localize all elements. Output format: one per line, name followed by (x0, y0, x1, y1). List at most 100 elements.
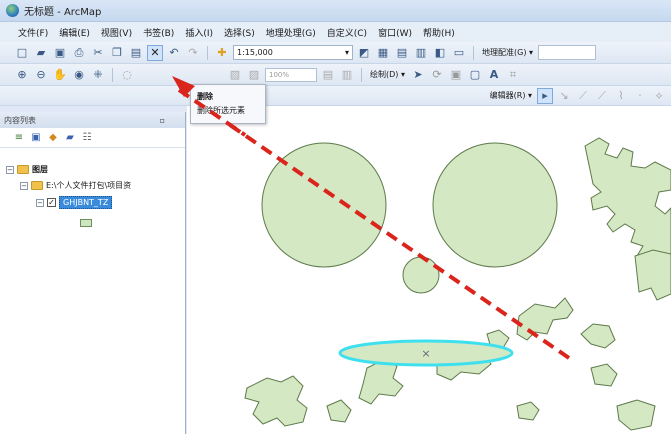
toc-options-icon[interactable]: ☷ (80, 131, 94, 145)
separator (207, 45, 208, 60)
menu-selection[interactable]: 选择(S) (224, 26, 255, 39)
redo-icon[interactable]: ↷ (185, 45, 201, 61)
edit-vertices-icon[interactable]: ⟡ (651, 88, 667, 104)
tooltip-description: 删除所选元素 (197, 106, 245, 115)
title-bar: 无标题 - ArcMap (0, 0, 671, 22)
menu-help[interactable]: 帮助(H) (423, 26, 455, 39)
parcel-polygon[interactable] (244, 375, 308, 427)
layout-page-icon[interactable]: ▤ (320, 67, 336, 83)
open-icon[interactable]: ▰ (33, 45, 49, 61)
parcel-polygon[interactable] (634, 249, 671, 301)
georeferencing-layer-input[interactable] (538, 45, 596, 60)
endpoint-arc-icon[interactable]: ⟋ (594, 88, 610, 104)
georeferencing-menu[interactable]: 地理配准(G) ▾ (480, 47, 535, 58)
parcel-polygon[interactable] (616, 399, 656, 431)
rotate-icon[interactable]: ⟳ (429, 67, 445, 83)
straight-segment-icon[interactable]: ⟋ (575, 88, 591, 104)
point-icon[interactable]: · (632, 88, 648, 104)
tooltip-title: 删除 (197, 92, 213, 101)
layers-label: 图层 (32, 165, 48, 174)
zoom-percent-box[interactable]: 100% (265, 67, 317, 82)
print-icon[interactable]: ⎙ (71, 45, 87, 61)
menu-insert[interactable]: 插入(I) (185, 26, 213, 39)
tools-toolbar: ⊕ ⊖ ✋ ◉ ⁜ ◌ ▧ ▨ 100% ▤ ▥ 绘制(D) ▾ ➤ ⟳ ▣ ▢… (0, 64, 671, 86)
circle-polygon[interactable] (402, 256, 440, 294)
parcel-polygon[interactable] (516, 401, 540, 421)
menu-customize[interactable]: 自定义(C) (327, 26, 367, 39)
zoom-in-icon[interactable]: ⊕ (14, 67, 30, 83)
circle-polygon[interactable] (432, 142, 558, 268)
folder-path-label: E:\个人文件打包\项目资 (46, 181, 132, 190)
copy-icon[interactable]: ❐ (109, 45, 125, 61)
cut-icon[interactable]: ✂ (90, 45, 106, 61)
full-extent-icon[interactable]: ◉ (71, 67, 87, 83)
scale-combobox[interactable]: 1:15,000 ▾ (233, 45, 353, 60)
save-icon[interactable]: ▣ (52, 45, 68, 61)
window-title: 无标题 - ArcMap (24, 7, 102, 18)
delete-icon[interactable]: ✕ (147, 44, 163, 61)
edit-tool-icon[interactable]: ▸ (537, 87, 553, 104)
collapse-icon[interactable]: − (36, 198, 44, 207)
catalog-icon[interactable]: ▤ (394, 45, 410, 61)
arctoolbox-icon[interactable]: ◧ (432, 45, 448, 61)
map-canvas[interactable]: × (187, 106, 671, 434)
editor-menu[interactable]: 编辑器(R) ▾ (488, 90, 534, 101)
parcel-polygon[interactable] (590, 363, 618, 387)
zoom-out-icon[interactable]: ⊖ (33, 67, 49, 83)
list-by-selection-icon[interactable]: ▰ (63, 131, 77, 145)
standard-toolbar: □ ▰ ▣ ⎙ ✂ ❐ ▤ ✕ ↶ ↷ ✚ 1:15,000 ▾ ◩ ▦ ▤ ▥ … (0, 42, 671, 64)
menu-geoprocessing[interactable]: 地理处理(G) (266, 26, 316, 39)
list-by-drawing-order-icon[interactable]: ≡ (12, 131, 26, 145)
trace-icon[interactable]: ⌇ (613, 88, 629, 104)
collapse-icon[interactable]: − (6, 165, 14, 174)
collapse-icon[interactable]: − (20, 181, 28, 190)
layer-name-label[interactable]: GHJBNT_TZ (59, 196, 113, 209)
folder-icon (31, 181, 43, 190)
rectangle-icon[interactable]: ▢ (467, 67, 483, 83)
draw-menu[interactable]: 绘制(D) ▾ (368, 69, 407, 80)
arcmap-icon (6, 4, 19, 17)
layout-zoom-icon[interactable]: ▧ (227, 67, 243, 83)
parcel-polygon[interactable] (358, 359, 404, 405)
layout-pan-icon[interactable]: ▨ (246, 67, 262, 83)
polygon-tool-icon[interactable]: ⌗ (505, 67, 521, 83)
tree-row-layers[interactable]: − 图层 (6, 164, 48, 175)
menu-bar: 文件(F) 编辑(E) 视图(V) 书签(B) 插入(I) 选择(S) 地理处理… (0, 22, 671, 42)
add-data-icon[interactable]: ✚ (214, 45, 230, 61)
parcel-polygon[interactable] (580, 323, 616, 349)
layer-visibility-checkbox[interactable]: ✓ (47, 198, 56, 207)
menu-edit[interactable]: 编辑(E) (59, 26, 90, 39)
menu-bookmarks[interactable]: 书签(B) (143, 26, 174, 39)
tree-row-layer[interactable]: − ✓ GHJBNT_TZ (36, 196, 113, 209)
table-of-contents-icon[interactable]: ▦ (375, 45, 391, 61)
zoom-to-elements-icon[interactable]: ▣ (448, 67, 464, 83)
python-window-icon[interactable]: ▭ (451, 45, 467, 61)
paste-icon[interactable]: ▤ (128, 45, 144, 61)
list-by-visibility-icon[interactable]: ◆ (46, 131, 60, 145)
menu-windows[interactable]: 窗口(W) (378, 26, 412, 39)
select-elements-icon[interactable]: ➤ (410, 67, 426, 83)
new-document-icon[interactable]: □ (14, 45, 30, 61)
delete-tooltip: 删除 删除所选元素 (190, 84, 266, 124)
menu-view[interactable]: 视图(V) (101, 26, 132, 39)
pan-icon[interactable]: ✋ (52, 67, 68, 83)
list-by-source-icon[interactable]: ▣ (29, 131, 43, 145)
fixed-zoom-icon[interactable]: ⁜ (90, 67, 106, 83)
toc-close-icon[interactable]: ▫ (160, 116, 165, 125)
separator (361, 67, 362, 82)
parcel-polygon[interactable] (326, 399, 352, 423)
layers-icon (17, 165, 29, 174)
edit-annotation-icon[interactable]: ↘ (556, 88, 572, 104)
map-display[interactable]: × (187, 106, 671, 434)
menu-file[interactable]: 文件(F) (18, 26, 48, 39)
parcel-polygon[interactable] (516, 297, 574, 341)
undo-icon[interactable]: ↶ (166, 45, 182, 61)
toc-header: 内容列表 ▫ (0, 112, 185, 128)
editor-toolbar-icon[interactable]: ◩ (356, 45, 372, 61)
separator (112, 67, 113, 82)
select-features-icon[interactable]: ◌ (119, 67, 135, 83)
text-icon[interactable]: A (486, 67, 502, 83)
tree-row-folder[interactable]: − E:\个人文件打包\项目资 (20, 180, 131, 191)
layout-grid-icon[interactable]: ▥ (339, 67, 355, 83)
search-window-icon[interactable]: ▥ (413, 45, 429, 61)
